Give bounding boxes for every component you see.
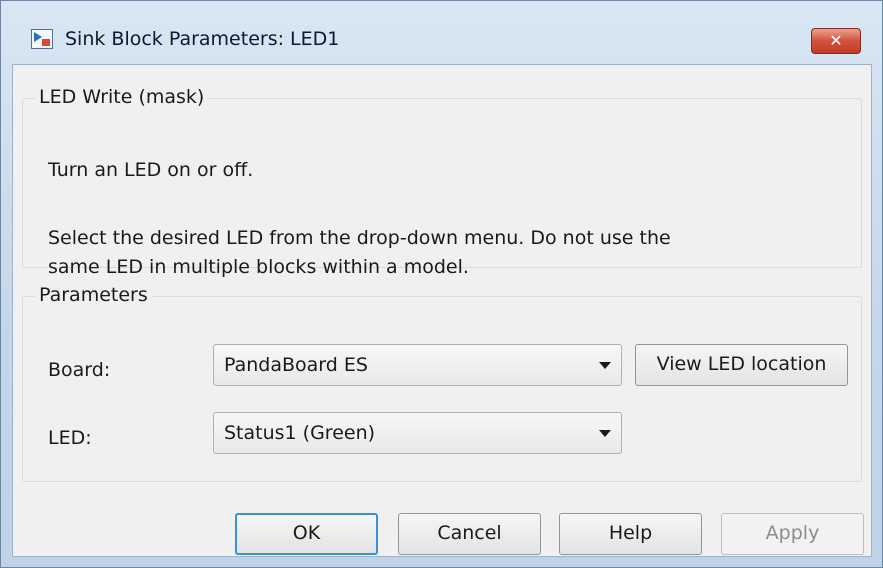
close-icon: ✕ — [829, 31, 843, 50]
dialog-window: Sink Block Parameters: LED1 ✕ LED Write … — [0, 0, 883, 568]
help-button[interactable]: Help — [559, 513, 702, 555]
board-select[interactable]: PandaBoard ES — [213, 344, 622, 386]
description-group-title: LED Write (mask) — [35, 86, 209, 108]
description-line-1: Turn an LED on or off. — [48, 159, 254, 181]
led-label: LED: — [48, 427, 92, 449]
board-label: Board: — [48, 359, 111, 381]
close-button[interactable]: ✕ — [811, 28, 861, 54]
cancel-button[interactable]: Cancel — [398, 513, 541, 555]
led-select[interactable]: Status1 (Green) — [213, 412, 622, 454]
app-icon-arrow — [34, 32, 42, 42]
chevron-down-icon — [599, 430, 611, 437]
app-icon-block — [42, 39, 50, 46]
parameters-group-title: Parameters — [35, 284, 152, 306]
apply-button[interactable]: Apply — [721, 513, 864, 555]
view-led-location-button[interactable]: View LED location — [635, 344, 848, 386]
led-selected-value: Status1 (Green) — [224, 422, 376, 444]
ok-button[interactable]: OK — [235, 513, 378, 555]
description-line-2: Select the desired LED from the drop-dow… — [48, 227, 671, 249]
description-group: LED Write (mask) Turn an LED on or off. … — [22, 86, 862, 278]
board-selected-value: PandaBoard ES — [224, 354, 368, 376]
simulink-app-icon — [31, 29, 53, 49]
parameters-group: Parameters Board: PandaBoard ES View LED… — [22, 284, 862, 482]
window-title: Sink Block Parameters: LED1 — [65, 28, 340, 50]
title-bar[interactable]: Sink Block Parameters: LED1 ✕ — [1, 1, 882, 54]
dialog-client-area: LED Write (mask) Turn an LED on or off. … — [12, 64, 872, 557]
description-line-3: same LED in multiple blocks within a mod… — [48, 256, 469, 278]
chevron-down-icon — [599, 362, 611, 369]
